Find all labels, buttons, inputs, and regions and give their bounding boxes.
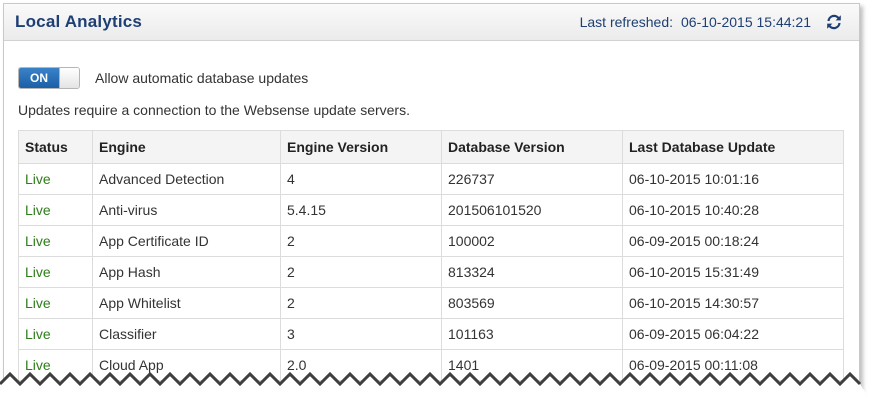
database-version-cell: 226737: [441, 163, 623, 195]
last-refreshed-label: Last refreshed:: [579, 14, 673, 30]
database-version-cell: 803569: [441, 287, 623, 319]
last-update-cell: 06-10-2015 15:31:49: [622, 256, 844, 288]
engine-version-cell: 2: [280, 256, 442, 288]
last-update-cell: 06-10-2015 10:01:16: [622, 163, 844, 195]
table-row[interactable]: Live Classifier 3 101163 06-09-2015 06:0…: [18, 318, 844, 350]
database-version-cell: 813324: [441, 256, 623, 288]
column-header-engine-version[interactable]: Engine Version: [280, 130, 442, 164]
engine-cell: Advanced Detection: [92, 163, 281, 195]
engines-table: Status Engine Engine Version Database Ve…: [18, 130, 844, 381]
auto-update-toggle[interactable]: ON: [18, 67, 80, 89]
column-header-last-database-update[interactable]: Last Database Update: [622, 130, 844, 164]
torn-edge: [0, 371, 869, 398]
table-row[interactable]: Live Anti-virus 5.4.15 201506101520 06-1…: [18, 194, 844, 226]
table-row[interactable]: Live App Whitelist 2 803569 06-10-2015 1…: [18, 287, 844, 319]
database-version-cell: 101163: [441, 318, 623, 350]
last-update-cell: 06-10-2015 10:40:28: [622, 194, 844, 226]
status-cell: Live: [18, 194, 93, 226]
auto-update-label: Allow automatic database updates: [95, 70, 309, 86]
last-refreshed-value: 06-10-2015 15:44:21: [681, 14, 811, 30]
local-analytics-panel: Local Analytics Last refreshed: 06-10-20…: [3, 3, 860, 397]
engine-cell: App Hash: [92, 256, 281, 288]
status-cell: Live: [18, 318, 93, 350]
column-header-database-version[interactable]: Database Version: [441, 130, 623, 164]
column-header-status[interactable]: Status: [18, 130, 93, 164]
table-header-row: Status Engine Engine Version Database Ve…: [18, 130, 844, 164]
engine-version-cell: 4: [280, 163, 442, 195]
engine-version-cell: 2: [280, 287, 442, 319]
status-cell: Live: [18, 163, 93, 195]
engine-version-cell: 2: [280, 225, 442, 257]
engine-cell: Classifier: [92, 318, 281, 350]
database-version-cell: 100002: [441, 225, 623, 257]
last-update-cell: 06-09-2015 00:18:24: [622, 225, 844, 257]
table-row[interactable]: Live App Hash 2 813324 06-10-2015 15:31:…: [18, 256, 844, 288]
panel-header: Local Analytics Last refreshed: 06-10-20…: [4, 4, 859, 41]
toggle-on-label: ON: [19, 68, 59, 88]
status-cell: Live: [18, 256, 93, 288]
last-update-cell: 06-10-2015 14:30:57: [622, 287, 844, 319]
column-header-engine[interactable]: Engine: [92, 130, 281, 164]
last-update-cell: 06-09-2015 06:04:22: [622, 318, 844, 350]
status-cell: Live: [18, 225, 93, 257]
auto-update-row: ON Allow automatic database updates: [18, 66, 859, 90]
table-row[interactable]: Live App Certificate ID 2 100002 06-09-2…: [18, 225, 844, 257]
table-row[interactable]: Live Advanced Detection 4 226737 06-10-2…: [18, 163, 844, 195]
engine-version-cell: 5.4.15: [280, 194, 442, 226]
toggle-knob[interactable]: [59, 68, 79, 88]
engine-cell: App Whitelist: [92, 287, 281, 319]
database-version-cell: 201506101520: [441, 194, 623, 226]
refresh-icon[interactable]: [825, 13, 843, 31]
last-refreshed: Last refreshed: 06-10-2015 15:44:21: [580, 13, 843, 31]
update-note: Updates require a connection to the Webs…: [18, 102, 410, 118]
status-cell: Live: [18, 287, 93, 319]
engine-cell: Anti-virus: [92, 194, 281, 226]
engine-version-cell: 3: [280, 318, 442, 350]
panel-title: Local Analytics: [15, 12, 143, 31]
engine-cell: App Certificate ID: [92, 225, 281, 257]
